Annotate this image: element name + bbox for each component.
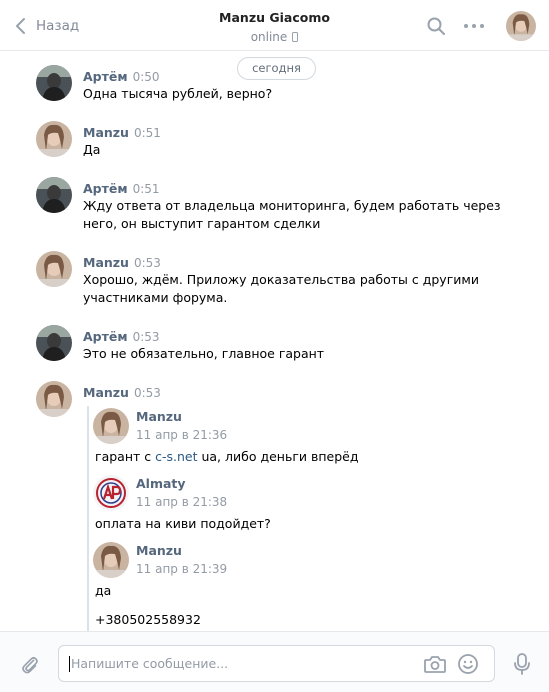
message-author[interactable]: Артём 0:53	[83, 329, 160, 344]
link-c-s-net[interactable]: c-s.net	[155, 449, 197, 464]
forwarded-time[interactable]: 11 апр в 21:36	[136, 428, 227, 442]
mobile-phone-icon	[292, 32, 299, 42]
forwarded-text: оплата на киви подойдет?	[95, 516, 271, 531]
avatar-artyom-image	[36, 65, 72, 101]
avatar-almaty-logo	[93, 475, 129, 511]
message-text: Да	[83, 142, 101, 157]
message-time: 0:53	[133, 386, 161, 400]
message-author[interactable]: Manzu 0:51	[83, 125, 161, 140]
forwarded-text: +380502558932	[95, 612, 201, 627]
forwarded-quote-bar	[87, 406, 89, 631]
avatar-almaty[interactable]	[93, 475, 129, 511]
avatar-manzu[interactable]	[36, 251, 72, 287]
message-text-line: участниками форума.	[83, 290, 228, 305]
message-text: Это не обязательно, главное гарант	[83, 346, 325, 361]
avatar-manzu-image	[36, 121, 72, 157]
search-icon[interactable]	[424, 14, 448, 38]
avatar-artyom[interactable]	[36, 177, 72, 213]
avatar-artyom[interactable]	[36, 325, 72, 361]
message-input-box[interactable]	[58, 645, 495, 682]
more-icon[interactable]	[462, 14, 486, 38]
avatar-manzu-image	[93, 408, 129, 444]
online-status-text: online	[250, 30, 288, 44]
message-text-line: Хорошо, ждём. Приложу доказательства раб…	[83, 272, 479, 287]
avatar-manzu[interactable]	[36, 121, 72, 157]
message-text: Жду ответа от владельца мониторинга, буд…	[83, 197, 503, 233]
forwarded-author[interactable]: Manzu	[136, 409, 182, 424]
avatar-artyom-image	[36, 325, 72, 361]
message-composer	[0, 631, 549, 692]
avatar-manzu-image	[93, 542, 129, 578]
smile-icon[interactable]	[457, 653, 479, 675]
online-status: online	[251, 30, 299, 44]
avatar-manzu-image	[36, 251, 72, 287]
camera-icon[interactable]	[423, 653, 447, 675]
avatar-artyom[interactable]	[36, 65, 72, 101]
forwarded-text: гарант с c-s.net ua, либо деньги вперёд	[95, 449, 359, 464]
message-text: Хорошо, ждём. Приложу доказательства раб…	[83, 271, 503, 307]
text-caret	[69, 656, 70, 672]
avatar-manzu-image	[36, 381, 72, 417]
message-time: 0:53	[132, 330, 160, 344]
message-input[interactable]	[71, 646, 411, 681]
message-author[interactable]: Артём 0:50	[83, 69, 160, 84]
message-time: 0:51	[132, 182, 160, 196]
message-text-line: него, он выступит гарантом сделки	[83, 216, 321, 231]
avatar-manzu[interactable]	[93, 542, 129, 578]
message-time: 0:50	[132, 70, 160, 84]
forwarded-author[interactable]: Manzu	[136, 543, 182, 558]
avatar-manzu-image	[506, 11, 536, 41]
message-author[interactable]: Артём 0:51	[83, 181, 160, 196]
forwarded-author[interactable]: Almaty	[136, 476, 186, 491]
forwarded-time[interactable]: 11 апр в 21:39	[136, 562, 227, 576]
message-time: 0:51	[133, 126, 161, 140]
message-author[interactable]: Manzu 0:53	[83, 255, 161, 270]
paperclip-icon[interactable]	[18, 653, 40, 675]
microphone-icon[interactable]	[512, 652, 532, 676]
forwarded-time[interactable]: 11 апр в 21:38	[136, 495, 227, 509]
message-text-line: Жду ответа от владельца мониторинга, буд…	[83, 198, 501, 213]
message-text: Одна тысяча рублей, верно?	[83, 86, 273, 101]
avatar-manzu[interactable]	[93, 408, 129, 444]
message-time: 0:53	[133, 256, 161, 270]
avatar-manzu[interactable]	[36, 381, 72, 417]
header-avatar[interactable]	[506, 11, 536, 41]
message-feed[interactable]: Артём 0:50 Одна тысяча рублей, верно? Man…	[0, 51, 549, 631]
avatar-artyom-image	[36, 177, 72, 213]
message-author[interactable]: Manzu 0:53	[83, 385, 161, 400]
chat-header: Назад Manzu Giacomo online	[0, 0, 549, 51]
forwarded-text: да	[95, 583, 112, 598]
date-divider: сегодня	[237, 57, 316, 80]
